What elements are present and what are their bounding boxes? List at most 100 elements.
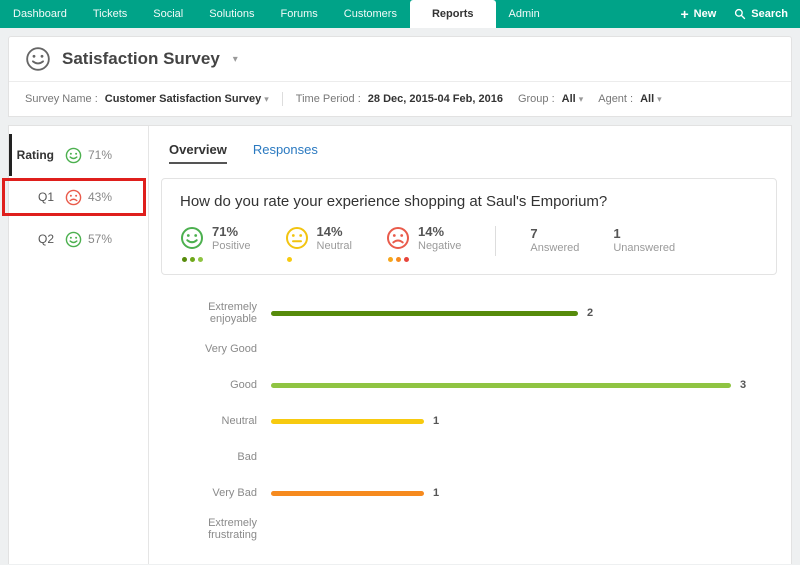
chart-row: Extremely enjoyable 2	[161, 295, 777, 331]
chart-category-label: Very Good	[161, 343, 257, 355]
negative-label: Negative	[418, 240, 461, 252]
group-select[interactable]: All ▾	[562, 93, 584, 105]
nav-item-dashboard[interactable]: Dashboard	[0, 0, 80, 28]
legend-dot	[287, 257, 292, 262]
question-text: How do you rate your experience shopping…	[180, 193, 758, 210]
chart-bar-area: 2	[271, 307, 741, 319]
positive-label: Positive	[212, 240, 251, 252]
chevron-down-icon: ▾	[657, 94, 662, 105]
question-card: How do you rate your experience shopping…	[161, 178, 777, 275]
nav-item-admin[interactable]: Admin	[496, 0, 553, 28]
legend-dot	[404, 257, 409, 262]
chart-row: Good3	[161, 367, 777, 403]
survey-name-value: Customer Satisfaction Survey	[105, 93, 262, 105]
nav-item-customers[interactable]: Customers	[331, 0, 410, 28]
answered-label: Answered	[530, 242, 579, 254]
new-button-label: New	[694, 8, 717, 20]
nav-item-solutions[interactable]: Solutions	[196, 0, 267, 28]
nav-item-social[interactable]: Social	[140, 0, 196, 28]
chart-bar-area: 1	[271, 415, 741, 427]
summary-positive: 71% Positive	[180, 224, 251, 262]
time-period-value[interactable]: 28 Dec, 2015-04 Feb, 2016	[368, 93, 503, 105]
top-nav: Dashboard Tickets Social Solutions Forum…	[0, 0, 800, 28]
chart-category-label: Extremely enjoyable	[161, 301, 257, 325]
time-period-label: Time Period :	[296, 93, 361, 105]
neutral-dots	[287, 257, 352, 262]
agent-select[interactable]: All ▾	[640, 93, 662, 105]
questions-sidebar: Rating 71% Q1 43% Q2 57%	[9, 126, 149, 564]
title-caret-icon[interactable]: ▾	[233, 54, 238, 65]
filter-divider	[282, 92, 283, 106]
new-button[interactable]: + New	[680, 7, 716, 21]
unanswered-label: Unanswered	[613, 242, 675, 254]
chart-row: Extremely frustrating	[161, 511, 777, 547]
survey-name-label: Survey Name :	[25, 93, 98, 105]
chart-category-label: Bad	[161, 451, 257, 463]
reports-page: Dashboard Tickets Social Solutions Forum…	[0, 0, 800, 564]
nav-actions: + New Search	[680, 0, 800, 28]
sad-face-icon	[386, 226, 410, 250]
happy-face-icon	[180, 226, 204, 250]
summary-divider	[495, 226, 496, 256]
search-button[interactable]: Search	[734, 8, 788, 20]
happy-face-icon	[65, 231, 82, 248]
tab-responses[interactable]: Responses	[253, 142, 318, 164]
neutral-face-icon	[285, 226, 309, 250]
positive-dots	[182, 257, 251, 262]
nav-item-tickets[interactable]: Tickets	[80, 0, 140, 28]
sidebar-item-score: 43%	[88, 190, 112, 204]
survey-name-select[interactable]: Customer Satisfaction Survey ▾	[105, 93, 269, 105]
sidebar-item-q1[interactable]: Q1 43%	[9, 176, 148, 218]
chevron-down-icon: ▾	[264, 94, 269, 105]
sidebar-item-rating[interactable]: Rating 71%	[9, 134, 148, 176]
chart-category-label: Neutral	[161, 415, 257, 427]
chart-category-label: Very Bad	[161, 487, 257, 499]
nav-item-forums[interactable]: Forums	[268, 0, 331, 28]
question-detail-panel: Overview Responses How do you rate your …	[149, 126, 791, 564]
search-icon	[734, 8, 746, 20]
chart-value-label: 1	[433, 487, 439, 499]
group-value: All	[562, 93, 576, 105]
title-row: Satisfaction Survey ▾	[9, 37, 791, 81]
chart-bar	[271, 311, 578, 316]
chart-bar	[271, 419, 424, 424]
chart-category-label: Extremely frustrating	[161, 517, 257, 541]
sidebar-item-label: Q2	[12, 232, 54, 246]
negative-dots	[388, 257, 461, 262]
time-period-text: 28 Dec, 2015-04 Feb, 2016	[368, 93, 503, 105]
main-nav: Dashboard Tickets Social Solutions Forum…	[0, 0, 553, 28]
neutral-label: Neutral	[317, 240, 352, 252]
answered-count: 7	[530, 226, 579, 241]
legend-dot	[182, 257, 187, 262]
group-label: Group :	[518, 93, 555, 105]
chart-row: Bad	[161, 439, 777, 475]
chart-bar-area: 1	[271, 487, 741, 499]
tab-overview[interactable]: Overview	[169, 142, 227, 164]
page-title: Satisfaction Survey	[62, 49, 220, 69]
sidebar-item-q2[interactable]: Q2 57%	[9, 218, 148, 260]
positive-percentage: 71%	[212, 224, 251, 239]
summary-negative: 14% Negative	[386, 224, 461, 262]
summary-row: 71% Positive 14%	[180, 224, 758, 262]
legend-dot	[190, 257, 195, 262]
neutral-percentage: 14%	[317, 224, 352, 239]
survey-smiley-icon	[25, 46, 51, 72]
legend-dot	[198, 257, 203, 262]
filter-bar: Survey Name : Customer Satisfaction Surv…	[9, 81, 791, 116]
unanswered-count-group: 1 Unanswered	[613, 224, 675, 254]
survey-header-card: Satisfaction Survey ▾ Survey Name : Cust…	[8, 36, 792, 117]
chart-row: Neutral 1	[161, 403, 777, 439]
nav-item-reports[interactable]: Reports	[410, 0, 496, 28]
legend-dot	[396, 257, 401, 262]
answered-count-group: 7 Answered	[530, 224, 579, 254]
agent-value: All	[640, 93, 654, 105]
summary-neutral: 14% Neutral	[285, 224, 352, 262]
chart-bar	[271, 383, 731, 388]
report-content-card: Rating 71% Q1 43% Q2 57%	[8, 125, 792, 564]
sad-face-icon	[65, 189, 82, 206]
satisfaction-bar-chart: Extremely enjoyable2Very GoodGood3Neutra…	[161, 295, 777, 547]
sidebar-item-label: Q1	[12, 190, 54, 204]
sidebar-item-label: Rating	[12, 148, 54, 162]
sidebar-item-score: 71%	[88, 148, 112, 162]
detail-tabs: Overview Responses	[161, 142, 777, 164]
